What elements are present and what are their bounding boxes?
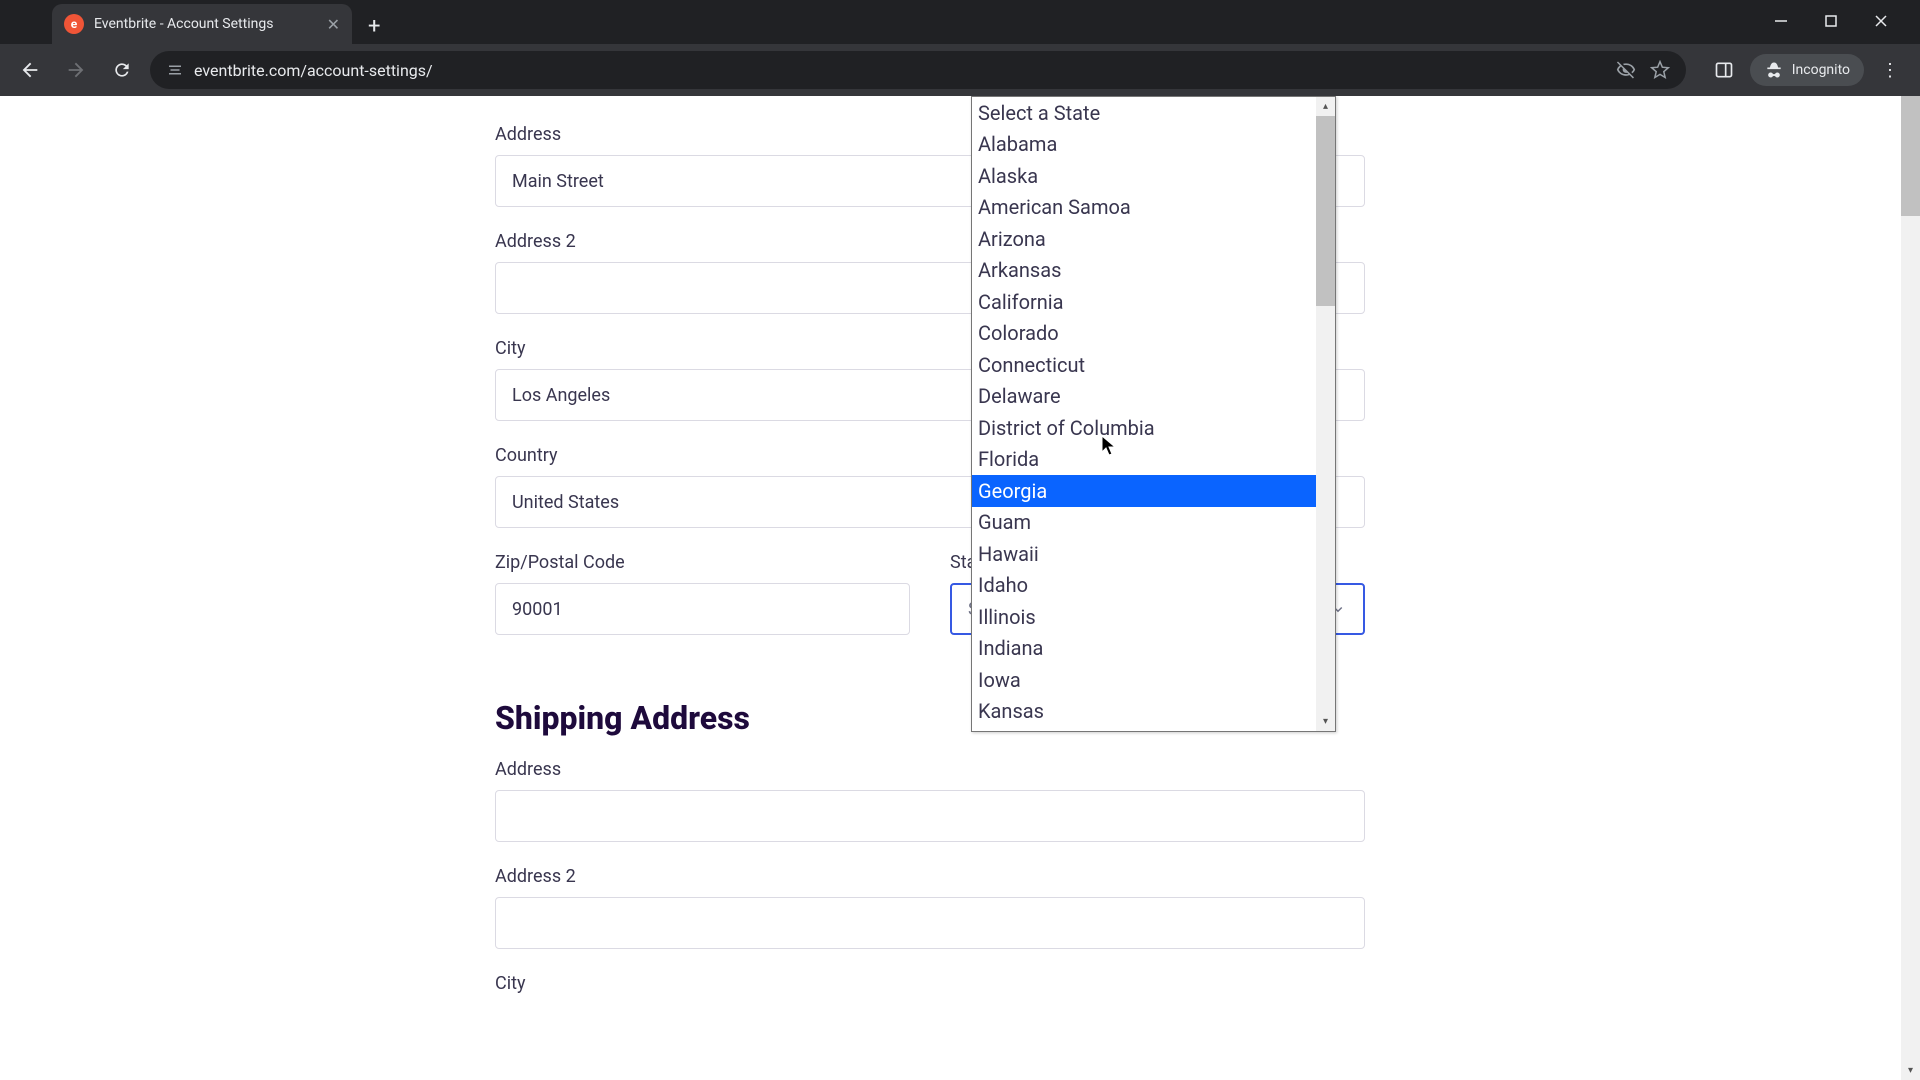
address-bar[interactable]: eventbrite.com/account-settings/ [150,51,1686,89]
dropdown-option[interactable]: Guam [972,507,1316,539]
page-scrollbar[interactable]: ▴ ▾ [1901,96,1920,1080]
dropdown-scroll-thumb[interactable] [1316,116,1335,306]
visibility-off-icon[interactable] [1616,60,1636,80]
shipping-address-input[interactable] [495,790,1365,842]
dropdown-option[interactable]: California [972,286,1316,318]
dropdown-scroll-up[interactable]: ▴ [1316,97,1335,116]
scroll-thumb[interactable] [1901,96,1920,216]
dropdown-option[interactable]: American Samoa [972,192,1316,224]
shipping-address-label: Address [495,759,1365,780]
browser-menu-button[interactable]: ⋮ [1872,52,1908,88]
dropdown-option[interactable]: Indiana [972,633,1316,665]
minimize-button[interactable] [1766,6,1796,36]
tab-bar: e Eventbrite - Account Settings ✕ + [0,0,1920,44]
dropdown-option[interactable]: Select a State [972,97,1316,129]
tab-title: Eventbrite - Account Settings [94,16,317,32]
dropdown-option[interactable]: Alabama [972,129,1316,161]
dropdown-option[interactable]: Alaska [972,160,1316,192]
dropdown-option[interactable]: Delaware [972,381,1316,413]
dropdown-option[interactable]: Idaho [972,570,1316,602]
close-tab-icon[interactable]: ✕ [327,15,340,34]
shipping-address2-input[interactable] [495,897,1365,949]
dropdown-option[interactable]: Florida [972,444,1316,476]
dropdown-option[interactable]: Connecticut [972,349,1316,381]
dropdown-option[interactable]: Colorado [972,318,1316,350]
dropdown-scrollbar[interactable]: ▴ ▾ [1316,97,1335,731]
dropdown-option[interactable]: Georgia [972,475,1316,507]
browser-toolbar: eventbrite.com/account-settings/ Incogni… [0,44,1920,96]
site-info-icon[interactable] [166,61,184,79]
dropdown-option[interactable]: Arkansas [972,255,1316,287]
dropdown-option[interactable]: Kansas [972,696,1316,728]
dropdown-option[interactable]: District of Columbia [972,412,1316,444]
forward-button[interactable] [58,52,94,88]
maximize-button[interactable] [1816,6,1846,36]
favicon: e [64,14,84,34]
shipping-city-label: City [495,973,1365,994]
browser-chrome: e Eventbrite - Account Settings ✕ + [0,0,1920,96]
incognito-label: Incognito [1792,62,1850,78]
zip-input[interactable] [495,583,910,635]
state-dropdown-list[interactable]: Select a StateAlabamaAlaskaAmerican Samo… [971,96,1336,732]
dropdown-scroll-down[interactable]: ▾ [1316,712,1335,731]
dropdown-option[interactable]: Hawaii [972,538,1316,570]
bookmark-icon[interactable] [1650,60,1670,80]
side-panel-button[interactable] [1706,52,1742,88]
new-tab-button[interactable]: + [352,16,396,38]
shipping-address2-label: Address 2 [495,866,1365,887]
browser-tab[interactable]: e Eventbrite - Account Settings ✕ [52,4,352,44]
incognito-icon [1764,60,1784,80]
dropdown-option[interactable]: Illinois [972,601,1316,633]
scroll-down-arrow[interactable]: ▾ [1901,1061,1920,1080]
reload-button[interactable] [104,52,140,88]
dropdown-option[interactable]: Iowa [972,664,1316,696]
url-text: eventbrite.com/account-settings/ [194,61,1606,80]
zip-label: Zip/Postal Code [495,552,910,573]
back-button[interactable] [12,52,48,88]
incognito-badge[interactable]: Incognito [1750,54,1864,86]
dropdown-option[interactable]: Arizona [972,223,1316,255]
page-content: Address Address 2 City Country Zip/Posta… [0,96,1920,1080]
close-window-button[interactable] [1866,6,1896,36]
